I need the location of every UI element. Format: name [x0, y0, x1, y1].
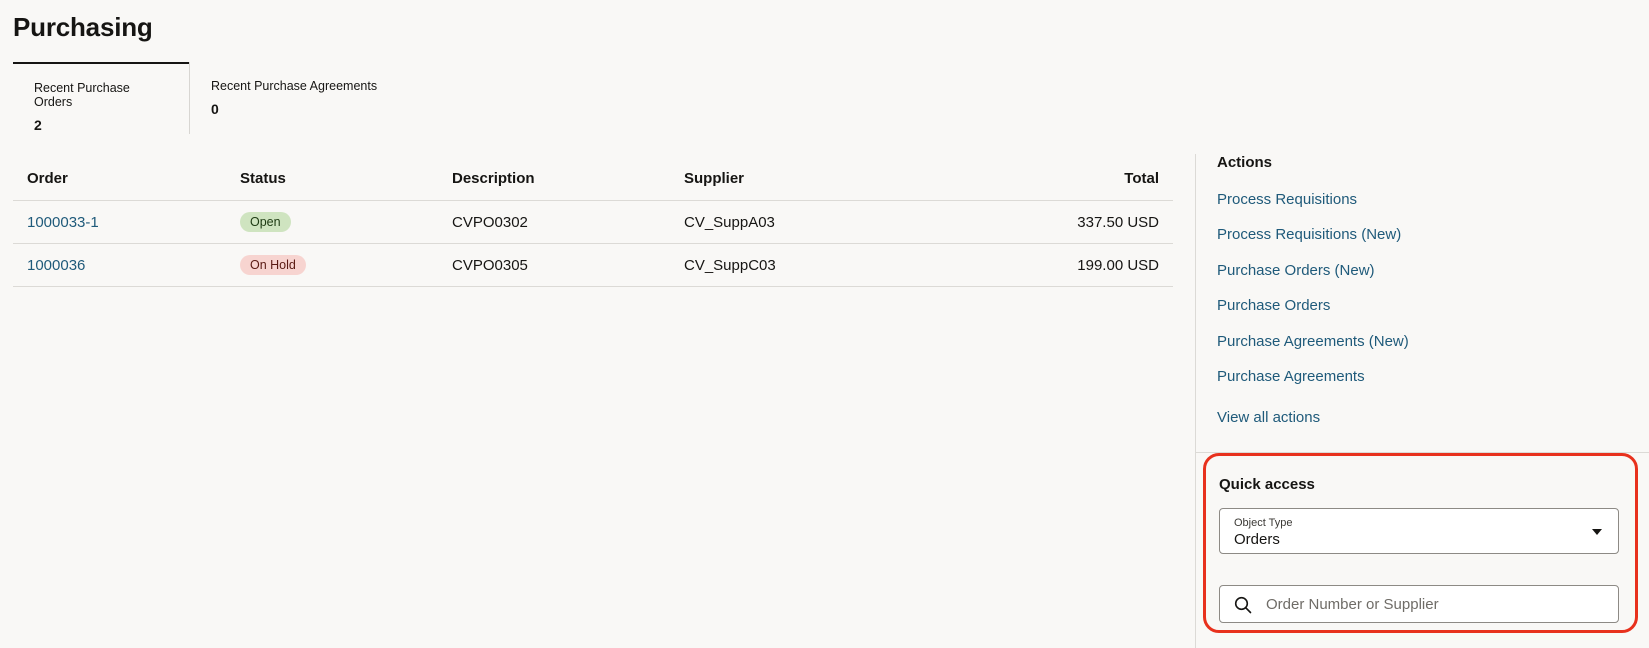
page-title: Purchasing — [13, 12, 153, 42]
actions-title: Actions — [1217, 154, 1273, 171]
object-type-select[interactable]: Object Type Orders — [1219, 508, 1619, 554]
order-total: 337.50 USD — [1077, 213, 1159, 231]
order-description: CVPO0302 — [452, 213, 528, 231]
search-icon — [1234, 596, 1252, 614]
chevron-down-icon[interactable] — [1592, 529, 1602, 535]
purchasing-page: Purchasing Recent Purchase Orders 2 Rece… — [0, 0, 1649, 648]
order-supplier: CV_SuppA03 — [684, 213, 775, 231]
status-badge: On Hold — [240, 255, 306, 275]
orders-table: Order Status Description Supplier Total … — [13, 156, 1173, 287]
action-process-requisitions-new[interactable]: Process Requisitions (New) — [1217, 226, 1637, 261]
action-process-requisitions[interactable]: Process Requisitions — [1217, 191, 1637, 226]
column-header-total[interactable]: Total — [1004, 170, 1173, 187]
order-total: 199.00 USD — [1077, 256, 1159, 274]
tab-count: 2 — [34, 117, 42, 133]
column-header-status[interactable]: Status — [240, 170, 452, 187]
action-purchase-agreements[interactable]: Purchase Agreements — [1217, 368, 1637, 403]
column-header-supplier[interactable]: Supplier — [684, 170, 1004, 187]
table-row[interactable]: 1000033-1 Open CVPO0302 CV_SuppA03 337.5… — [13, 201, 1173, 244]
quick-access-search[interactable] — [1219, 585, 1619, 623]
column-header-description[interactable]: Description — [452, 170, 684, 187]
order-number-link[interactable]: 1000036 — [27, 257, 85, 274]
actions-panel: Actions Process Requisitions Process Req… — [1217, 154, 1637, 427]
summary-tabs: Recent Purchase Orders 2 Recent Purchase… — [13, 62, 398, 134]
side-panel-divider — [1195, 154, 1196, 648]
status-badge: Open — [240, 212, 291, 232]
tab-count: 0 — [211, 101, 219, 117]
tab-recent-purchase-orders[interactable]: Recent Purchase Orders 2 — [13, 62, 189, 134]
action-purchase-orders[interactable]: Purchase Orders — [1217, 297, 1637, 332]
action-purchase-agreements-new[interactable]: Purchase Agreements (New) — [1217, 333, 1637, 368]
quick-access-panel: Quick access Object Type Orders — [1203, 453, 1638, 633]
order-number-link[interactable]: 1000033-1 — [27, 214, 99, 231]
column-header-order[interactable]: Order — [13, 170, 240, 187]
object-type-value: Orders — [1234, 531, 1280, 548]
table-row[interactable]: 1000036 On Hold CVPO0305 CV_SuppC03 199.… — [13, 244, 1173, 287]
actions-list: Process Requisitions Process Requisition… — [1217, 191, 1637, 403]
view-all-actions-link[interactable]: View all actions — [1217, 409, 1320, 426]
action-purchase-orders-new[interactable]: Purchase Orders (New) — [1217, 262, 1637, 297]
search-input[interactable] — [1266, 592, 1606, 616]
quick-access-title: Quick access — [1219, 476, 1315, 493]
order-supplier: CV_SuppC03 — [684, 256, 776, 274]
table-header-row: Order Status Description Supplier Total — [13, 156, 1173, 201]
tab-recent-purchase-agreements[interactable]: Recent Purchase Agreements 0 — [189, 62, 398, 134]
tab-label: Recent Purchase Orders — [34, 81, 130, 109]
order-description: CVPO0305 — [452, 256, 528, 274]
tab-label: Recent Purchase Agreements — [211, 79, 378, 93]
object-type-label: Object Type — [1234, 517, 1293, 529]
